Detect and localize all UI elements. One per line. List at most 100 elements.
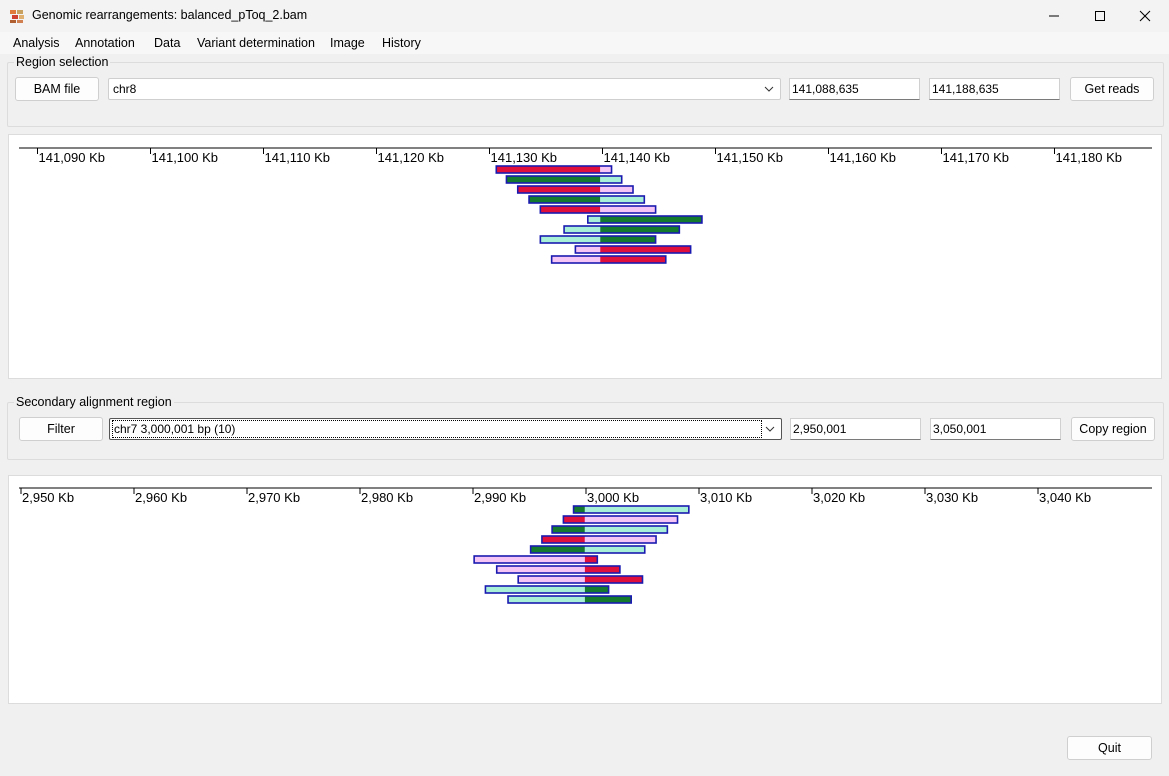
secondary-read[interactable] — [529, 545, 646, 554]
secondary-end-field[interactable]: 3,050,001 — [930, 418, 1061, 440]
minimize-button[interactable] — [1031, 0, 1077, 32]
secondary-read-right-segment — [584, 566, 620, 573]
secondary-read-left-segment — [474, 556, 585, 563]
primary-read[interactable] — [528, 195, 646, 204]
secondary-read-left-segment — [485, 586, 585, 593]
primary-read[interactable] — [516, 185, 634, 194]
secondary-tick-label: 3,000 Kb — [587, 490, 639, 505]
primary-read-right-segment — [600, 236, 656, 243]
chromosome-value: chr8 — [113, 82, 137, 96]
secondary-read-right-segment — [584, 556, 598, 563]
secondary-read-left-segment — [552, 526, 585, 533]
secondary-tick-label: 2,990 Kb — [474, 490, 526, 505]
maximize-icon — [1095, 11, 1105, 21]
secondary-read-right-segment — [584, 546, 645, 553]
primary-tick-label: 141,130 Kb — [491, 150, 558, 165]
primary-tick-label: 141,120 Kb — [378, 150, 445, 165]
primary-read-right-segment — [600, 226, 680, 233]
secondary-read[interactable] — [484, 585, 610, 594]
primary-read-right-segment — [600, 216, 702, 223]
primary-read[interactable] — [550, 255, 667, 264]
secondary-read-left-segment — [530, 546, 585, 553]
secondary-read[interactable] — [572, 505, 690, 514]
secondary-read-right-segment — [584, 516, 678, 523]
primary-read-left-segment — [551, 256, 601, 263]
menu-image[interactable]: Image — [330, 36, 365, 50]
secondary-alignment-panel[interactable]: 2,950 Kb 2,960 Kb 2,970 Kb 2,980 Kb 2,990 Kb… — [8, 475, 1162, 704]
secondary-read[interactable] — [495, 565, 621, 574]
title-bar: Genomic rearrangements: balanced_pToq_2.… — [0, 0, 1169, 32]
secondary-read-left-segment — [518, 576, 585, 583]
region-start-field[interactable]: 141,088,635 — [789, 78, 920, 100]
secondary-tick-label: 2,950 Kb — [22, 490, 74, 505]
primary-read-right-segment — [600, 206, 656, 213]
menu-annotation[interactable]: Annotation — [75, 36, 135, 50]
secondary-read-right-segment — [584, 526, 668, 533]
secondary-tick-label: 2,980 Kb — [361, 490, 413, 505]
secondary-read[interactable] — [473, 555, 599, 564]
secondary-read-left-segment — [508, 596, 585, 603]
filter-button[interactable]: Filter — [19, 417, 103, 441]
menu-history[interactable]: History — [382, 36, 421, 50]
secondary-read-right-segment — [584, 596, 632, 603]
secondary-read[interactable] — [507, 595, 632, 604]
primary-read-left-segment — [529, 196, 601, 203]
primary-read-left-segment — [496, 166, 601, 173]
primary-read-right-segment — [600, 196, 645, 203]
secondary-tick-label: 3,010 Kb — [700, 490, 752, 505]
secondary-tick-label: 3,020 Kb — [813, 490, 865, 505]
menu-variant-determination[interactable]: Variant determination — [197, 36, 315, 50]
primary-read[interactable] — [574, 245, 692, 254]
get-reads-button[interactable]: Get reads — [1070, 77, 1154, 101]
primary-read-left-segment — [564, 226, 601, 233]
secondary-read[interactable] — [541, 535, 657, 544]
primary-read[interactable] — [587, 215, 703, 224]
bam-file-button[interactable]: BAM file — [15, 77, 99, 101]
secondary-tick-label: 2,960 Kb — [135, 490, 187, 505]
quit-button[interactable]: Quit — [1067, 736, 1152, 760]
secondary-read[interactable] — [517, 575, 644, 584]
menu-data[interactable]: Data — [154, 36, 180, 50]
window-title: Genomic rearrangements: balanced_pToq_2.… — [32, 8, 308, 22]
secondary-alignment-track: 2,950 Kb 2,960 Kb 2,970 Kb 2,980 Kb 2,990 Kb… — [19, 487, 1152, 604]
primary-read[interactable] — [563, 225, 681, 234]
maximize-button[interactable] — [1077, 0, 1123, 32]
primary-read-left-segment — [506, 176, 601, 183]
primary-alignment-track: 141,090 Kb 141,100 Kb 141,110 Kb 141,120 Kb… — [19, 147, 1152, 264]
primary-read[interactable] — [505, 175, 623, 184]
secondary-read[interactable] — [551, 525, 669, 534]
secondary-read-right-segment — [584, 586, 609, 593]
primary-read-left-segment — [575, 246, 601, 253]
secondary-read[interactable] — [562, 515, 679, 524]
secondary-read-left-segment — [573, 506, 585, 513]
region-end-field[interactable]: 141,188,635 — [929, 78, 1060, 100]
secondary-start-field[interactable]: 2,950,001 — [790, 418, 921, 440]
menu-analysis[interactable]: Analysis — [13, 36, 60, 50]
secondary-read-right-segment — [584, 506, 689, 513]
close-icon — [1139, 10, 1151, 22]
primary-read[interactable] — [539, 205, 657, 214]
primary-tick-label: 141,160 Kb — [830, 150, 897, 165]
chromosome-select[interactable]: chr8 — [108, 78, 781, 100]
secondary-read-left-segment — [541, 536, 585, 543]
primary-read-left-segment — [540, 206, 601, 213]
chevron-down-icon — [765, 426, 775, 432]
secondary-read-right-segment — [584, 536, 657, 543]
primary-read[interactable] — [495, 165, 613, 174]
secondary-read-left-segment — [563, 516, 585, 523]
close-button[interactable] — [1122, 0, 1168, 32]
primary-read-left-segment — [540, 236, 601, 243]
primary-tick-label: 141,090 Kb — [39, 150, 106, 165]
secondary-tick-label: 3,040 Kb — [1039, 490, 1091, 505]
primary-read-right-segment — [600, 176, 622, 183]
copy-region-button[interactable]: Copy region — [1071, 417, 1155, 441]
primary-tick-label: 141,170 Kb — [943, 150, 1010, 165]
secondary-region-select[interactable]: chr7 3,000,001 bp (10) — [109, 418, 782, 440]
primary-tick-label: 141,110 Kb — [265, 150, 331, 165]
primary-read-right-segment — [600, 256, 666, 263]
primary-alignment-panel[interactable]: 141,090 Kb 141,100 Kb 141,110 Kb 141,120 Kb… — [8, 134, 1162, 379]
primary-read[interactable] — [539, 235, 657, 244]
secondary-region-value: chr7 3,000,001 bp (10) — [112, 420, 762, 438]
chevron-down-icon — [764, 86, 774, 92]
primary-tick-label: 141,100 Kb — [152, 150, 219, 165]
